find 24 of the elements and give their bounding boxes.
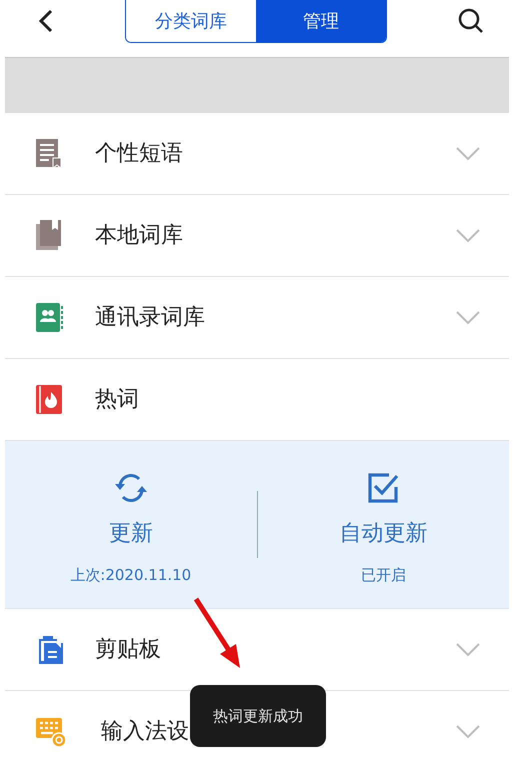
chevron-down-icon[interactable] (455, 724, 481, 740)
item-label: 通讯录词库 (95, 304, 205, 332)
toast: 热词更新成功 (190, 685, 326, 747)
chevron-down-icon[interactable] (455, 642, 481, 658)
item-label: 个性短语 (95, 140, 183, 168)
back-icon[interactable] (38, 8, 54, 34)
tab[interactable]: 管理 (256, 0, 386, 42)
refresh-icon[interactable] (112, 471, 149, 505)
chevron-down-icon[interactable] (455, 310, 481, 326)
action-caption: 已开启 (360, 565, 406, 586)
item-label: 输入法设 (101, 718, 189, 746)
item-label: 本地词库 (95, 222, 183, 250)
item-label: 剪贴板 (95, 636, 161, 664)
checkbox-icon[interactable] (366, 471, 400, 505)
list-item[interactable]: 通讯录词库 (5, 277, 509, 359)
list-item[interactable]: 个性短语 (5, 113, 509, 195)
action-label[interactable]: 自动更新 (339, 517, 428, 550)
search-icon[interactable] (458, 8, 484, 34)
chevron-down-icon[interactable] (455, 146, 481, 162)
action-caption: 上次:2020.11.10 (70, 565, 192, 586)
chevron-down-icon[interactable] (455, 228, 481, 244)
action-label[interactable]: 更新 (108, 517, 153, 550)
list-item[interactable]: 本地词库 (5, 195, 509, 277)
item-label: 热词 (95, 386, 139, 414)
